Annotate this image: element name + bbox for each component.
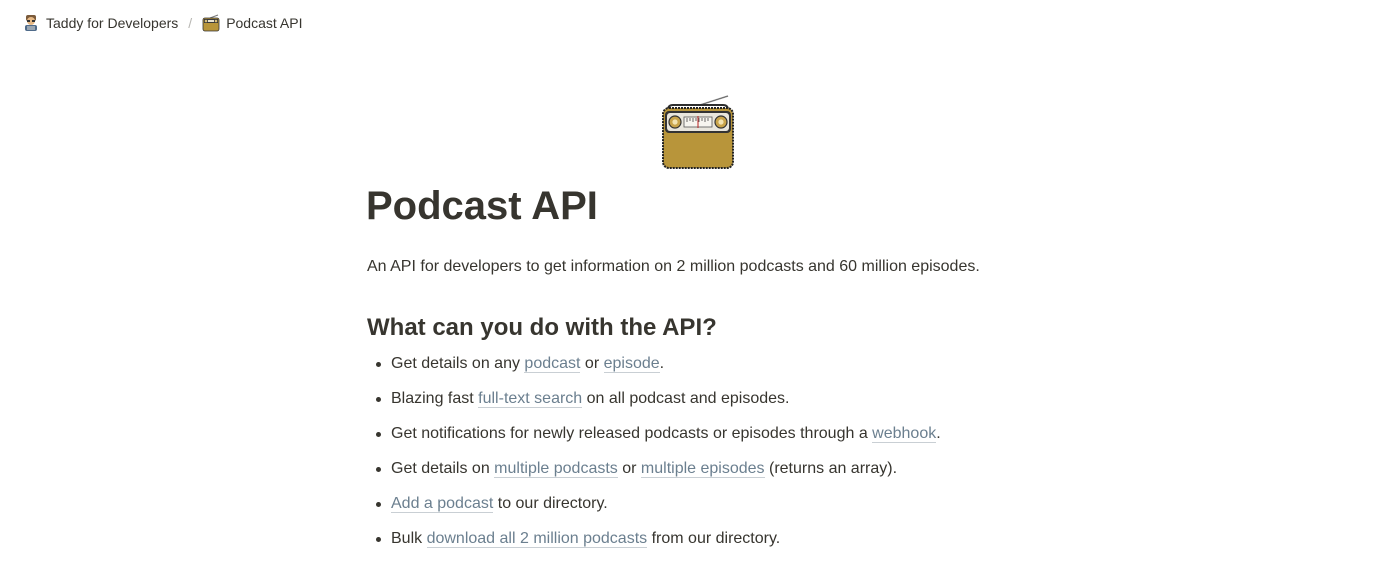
- page-title: Podcast API: [366, 184, 598, 228]
- item-text: Bulk: [391, 530, 427, 547]
- breadcrumb-item-taddy-for-developers[interactable]: Taddy for Developers: [18, 12, 182, 34]
- bullet-dot: [376, 537, 381, 542]
- list-item: Blazing fast full-text search on all pod…: [366, 385, 941, 420]
- radio-icon: [202, 14, 220, 32]
- item-text: .: [936, 425, 941, 442]
- breadcrumb: Taddy for Developers / Podcast API: [0, 0, 1400, 46]
- link-multiple-episodes[interactable]: multiple episodes: [640, 460, 765, 478]
- item-text: on all podcast and episodes.: [582, 390, 790, 407]
- item-text: .: [659, 355, 665, 372]
- breadcrumb-label: Podcast API: [226, 15, 303, 31]
- breadcrumb-label: Taddy for Developers: [46, 15, 179, 31]
- link-podcast[interactable]: podcast: [524, 355, 581, 373]
- developer-avatar-icon: [22, 14, 40, 32]
- item-text: from our directory.: [647, 530, 781, 547]
- link-download-all-podcasts[interactable]: download all 2 million podcasts: [426, 530, 648, 548]
- breadcrumb-separator: /: [188, 15, 193, 31]
- list-item: Get details on any podcast or episode.: [366, 350, 941, 385]
- item-text: (returns an array).: [764, 460, 898, 477]
- list-item: Get details on multiple podcasts or mult…: [366, 455, 941, 490]
- page-intro: An API for developers to get information…: [367, 258, 980, 275]
- radio-icon[interactable]: [660, 94, 736, 170]
- item-text: or: [580, 355, 604, 372]
- section-heading: What can you do with the API?: [367, 314, 717, 341]
- bullet-dot: [376, 432, 381, 437]
- item-text: or: [617, 460, 641, 477]
- link-full-text-search[interactable]: full-text search: [478, 390, 583, 408]
- bullet-dot: [376, 397, 381, 402]
- item-text: to our directory.: [493, 495, 608, 512]
- link-webhook[interactable]: webhook: [872, 425, 937, 443]
- list-item: Add a podcast to our directory.: [366, 490, 941, 525]
- link-add-a-podcast[interactable]: Add a podcast: [391, 495, 494, 513]
- item-text: Blazing fast: [391, 390, 479, 407]
- list-item: Get notifications for newly released pod…: [366, 420, 941, 455]
- bullet-dot: [376, 467, 381, 472]
- link-episode[interactable]: episode: [603, 355, 660, 373]
- feature-list: Get details on any podcast or episode. B…: [366, 350, 941, 560]
- bullet-dot: [376, 362, 381, 367]
- link-multiple-podcasts[interactable]: multiple podcasts: [494, 460, 618, 478]
- list-item: Bulk download all 2 million podcasts fro…: [366, 525, 941, 560]
- bullet-dot: [376, 502, 381, 507]
- item-text: Get notifications for newly released pod…: [391, 425, 873, 442]
- breadcrumb-item-podcast-api[interactable]: Podcast API: [198, 12, 306, 34]
- item-text: Get details on: [391, 460, 495, 477]
- item-text: Get details on any: [391, 355, 525, 372]
